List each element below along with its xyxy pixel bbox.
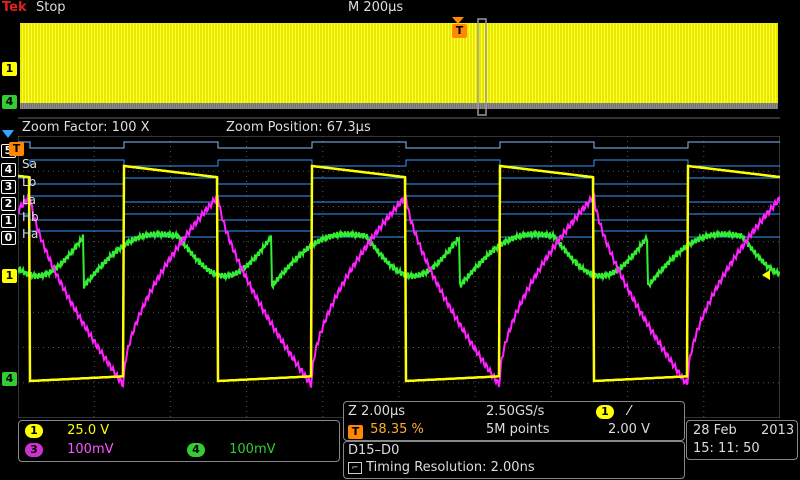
- acquisition-panel[interactable]: Z 2.00µs 2.50GS/s 1 ⁄ T 58.35 % 5M point…: [343, 401, 685, 441]
- ch1-scale-readout[interactable]: 1 25.0 V: [25, 423, 109, 439]
- digital-index-4: 4: [1, 163, 16, 177]
- ch4-scale: 100mV: [229, 442, 276, 457]
- timing-value: Timing Resolution: 2.00ns: [366, 460, 535, 475]
- overview-ch4-marker: 4: [2, 95, 17, 109]
- brand-logo: Tek: [2, 0, 27, 15]
- trigger-position-icon[interactable]: [452, 17, 464, 24]
- overview-waveform[interactable]: [18, 17, 780, 119]
- channel-scale-panel[interactable]: 1 25.0 V 3 100mV 4 100mV: [18, 420, 340, 462]
- digital-label-sa: Sa: [22, 157, 37, 171]
- zoom-waveform-display[interactable]: [18, 136, 780, 418]
- time: 15: 11: 50: [693, 441, 760, 456]
- trigger-position: T 58.35 %: [348, 422, 424, 439]
- trigger-source[interactable]: 1 ⁄: [596, 404, 630, 420]
- digital-label-ha: Ha: [22, 227, 39, 241]
- digital-index-1: 1: [1, 214, 16, 228]
- overview-ch1-marker: 1: [2, 62, 17, 76]
- timebase-readout[interactable]: M 200µs: [348, 0, 403, 16]
- sample-rate: 2.50GS/s: [486, 404, 545, 419]
- digital-label-lb: Lb: [22, 175, 37, 189]
- top-status-bar: Tek Stop M 200µs: [0, 0, 800, 16]
- bus-name: D15–D0: [348, 443, 400, 458]
- year: 2013: [761, 423, 795, 438]
- ch3-scale-readout[interactable]: 3 100mV: [25, 442, 114, 458]
- trigger-pos-icon: T: [348, 425, 363, 439]
- overview-ch3-ch4-trace: [20, 103, 778, 109]
- trigger-level-arrow-icon[interactable]: [762, 270, 770, 280]
- bus-panel[interactable]: D15–D0 ⌐ Timing Resolution: 2.00ns: [343, 441, 685, 479]
- ch3-badge: 3: [25, 443, 43, 457]
- zoom-factor: Zoom Factor: 100 X: [22, 120, 150, 135]
- timing-resolution: ⌐ Timing Resolution: 2.00ns: [348, 460, 535, 476]
- zoom-position: Zoom Position: 67.3µs: [226, 120, 371, 135]
- digital-index-2: 2: [1, 197, 16, 211]
- digital-index-0: 0: [1, 231, 16, 245]
- trigger-channel-badge: 1: [596, 405, 614, 419]
- acquisition-status: Stop: [36, 0, 66, 15]
- ch1-badge: 1: [25, 424, 43, 438]
- ch4-scale-readout[interactable]: 4 100mV: [187, 442, 276, 458]
- digital-label-la: La: [22, 193, 37, 207]
- zoom-scale: Z 2.00µs: [348, 404, 406, 419]
- trigger-pos-value: 58.35 %: [370, 422, 424, 437]
- trigger-slope-icon: ⁄: [628, 404, 631, 419]
- trigger-level: 2.00 V: [608, 422, 650, 437]
- ch1-scale: 25.0 V: [67, 423, 110, 438]
- datetime-panel[interactable]: 28 Feb 2013 15: 11: 50: [686, 420, 798, 460]
- overview-ch1-trace: [20, 23, 778, 105]
- digital-index-3: 3: [1, 180, 16, 194]
- zoom-indicator-icon: [2, 130, 14, 138]
- ch1-ground-marker[interactable]: 1: [2, 269, 17, 283]
- overview-trigger-marker: T: [452, 24, 467, 38]
- digital-label-hb: Hb: [22, 210, 39, 224]
- timing-icon: ⌐: [348, 461, 362, 474]
- ch4-badge: 4: [187, 443, 205, 457]
- date: 28 Feb: [693, 423, 737, 438]
- record-length: 5M points: [486, 422, 550, 437]
- ch3-scale: 100mV: [67, 442, 114, 457]
- main-trigger-marker: T: [9, 142, 24, 156]
- ch4-ground-marker[interactable]: 4: [2, 372, 17, 386]
